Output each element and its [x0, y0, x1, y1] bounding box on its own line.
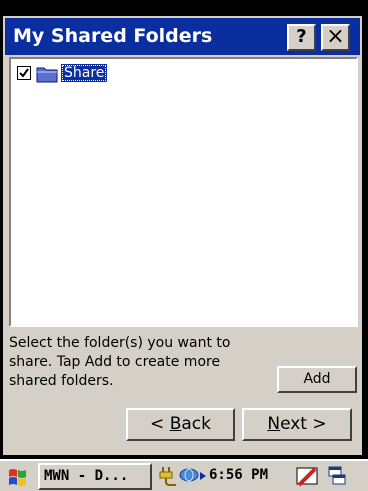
title-bar: My Shared Folders ? ×	[5, 18, 360, 55]
folder-checkbox[interactable]	[17, 66, 31, 80]
back-button[interactable]: < Back	[126, 408, 235, 441]
power-plug-icon[interactable]	[157, 465, 177, 487]
dialog-window: My Shared Folders ? × Share Select the f…	[3, 16, 362, 455]
arrow-right-icon	[200, 472, 206, 480]
pen-input-icon[interactable]	[295, 465, 321, 489]
task-button[interactable]: MWN - D...	[38, 463, 152, 490]
network-icon[interactable]	[179, 467, 199, 483]
windows-switch-icon[interactable]	[327, 465, 347, 487]
close-button[interactable]: ×	[321, 24, 350, 51]
windows-flag-icon[interactable]	[6, 465, 32, 489]
folder-label[interactable]: Share	[61, 64, 108, 82]
checkmark-icon	[19, 68, 29, 78]
taskbar: MWN - D... 6:56 PM	[0, 459, 368, 491]
add-button[interactable]: Add	[277, 366, 357, 393]
window-title: My Shared Folders	[13, 25, 213, 47]
clock[interactable]: 6:56 PM	[209, 467, 268, 483]
shared-folders-list[interactable]: Share	[9, 57, 358, 327]
next-button[interactable]: Next >	[242, 408, 352, 441]
folder-icon	[36, 67, 58, 83]
help-button[interactable]: ?	[287, 24, 316, 51]
system-tray: 6:56 PM	[157, 463, 368, 491]
instructions-text: Select the folder(s) you want to share. …	[9, 335, 231, 389]
